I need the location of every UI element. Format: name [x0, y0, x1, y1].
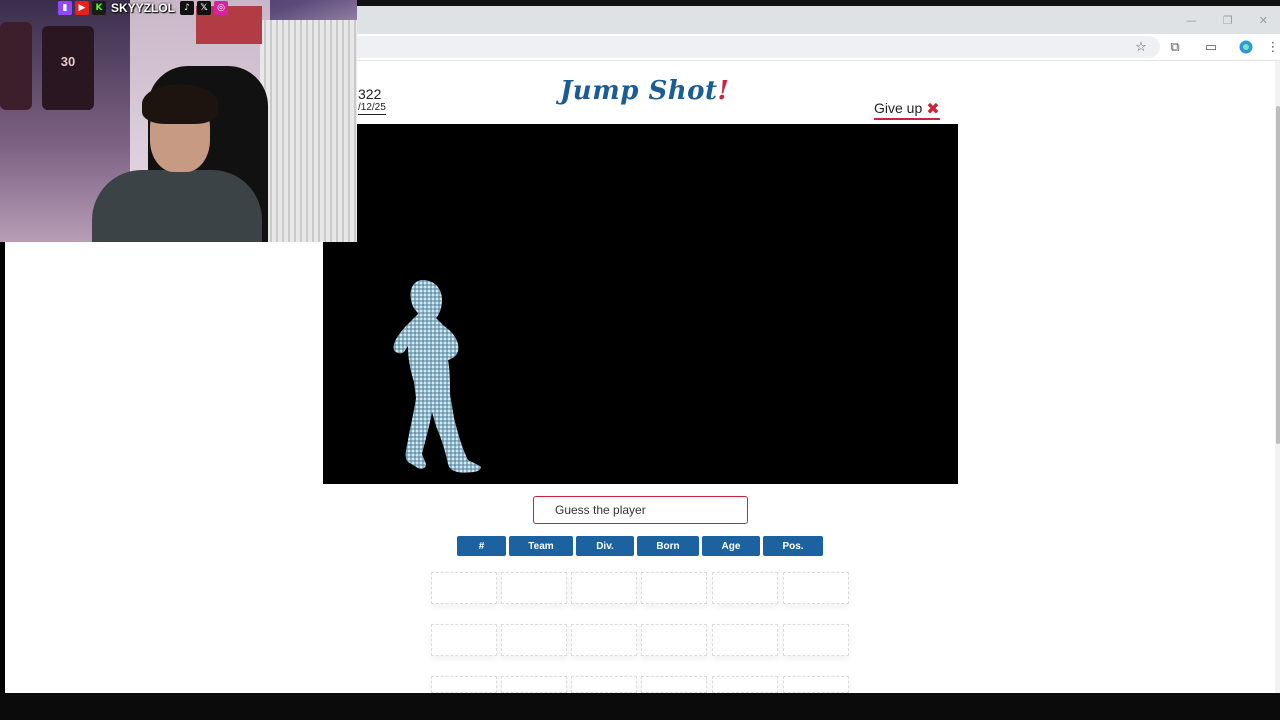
guess-cell: [641, 676, 707, 693]
game-date-link[interactable]: /12/25: [358, 102, 386, 115]
cast-icon[interactable]: ▭: [1200, 36, 1222, 58]
screen-bottom-edge: [0, 693, 1280, 720]
hanging-jersey: 30: [42, 26, 94, 110]
kick-icon: K: [92, 0, 106, 15]
restore-icon[interactable]: ❐: [1223, 14, 1233, 27]
star-icon[interactable]: ☆: [1130, 36, 1152, 58]
guess-cell: [431, 624, 497, 656]
guess-cell: [712, 676, 778, 693]
scrollbar-thumb[interactable]: [1276, 106, 1280, 444]
webcam-bed: [260, 20, 357, 242]
player-silhouette: [393, 280, 481, 473]
streamer-handle: SKYYZLOL: [111, 0, 176, 15]
give-up-button[interactable]: Give up ✖: [874, 99, 940, 120]
guess-player-input[interactable]: [533, 496, 748, 524]
guess-cell: [641, 572, 707, 604]
guess-cell: [712, 624, 778, 656]
column-position[interactable]: Pos.: [763, 536, 823, 556]
profile-icon[interactable]: [1235, 36, 1257, 58]
guess-cell: [783, 624, 849, 656]
guess-cell: [783, 572, 849, 604]
column-age[interactable]: Age: [702, 536, 760, 556]
kebab-menu-icon[interactable]: ⋮: [1262, 36, 1280, 58]
column-division[interactable]: Div.: [576, 536, 634, 556]
guess-cell: [571, 624, 637, 656]
game-number: 322: [358, 86, 382, 102]
jersey-number: 30: [60, 54, 76, 69]
guess-cell: [641, 624, 707, 656]
guess-cell: [783, 676, 849, 693]
give-up-label: Give up: [874, 100, 923, 116]
column-number[interactable]: #: [457, 536, 506, 556]
guess-cell: [571, 572, 637, 604]
guess-cell: [431, 676, 497, 693]
tab-bar: [357, 6, 1280, 34]
column-team[interactable]: Team: [509, 536, 573, 556]
guess-cell: [501, 572, 567, 604]
address-bar[interactable]: [357, 36, 1160, 58]
column-born[interactable]: Born: [637, 536, 699, 556]
hanging-jersey: [0, 22, 32, 110]
minimize-icon[interactable]: —: [1186, 14, 1197, 27]
logo-accent: !: [717, 76, 730, 106]
tiktok-icon: ♪: [180, 0, 195, 15]
social-bar: ▮ ▶ K SKYYZLOL ♪ 𝕏 ◎: [58, 0, 229, 15]
streamer-hair: [142, 84, 218, 124]
twitch-icon: ▮: [58, 0, 72, 15]
window-controls: — ❐ ✕: [1186, 6, 1274, 34]
close-x-icon: ✖: [926, 98, 940, 118]
streamer-body: [92, 170, 262, 242]
guess-cell: [501, 676, 567, 693]
guess-cell: [712, 572, 778, 604]
close-icon[interactable]: ✕: [1259, 14, 1268, 27]
guess-cell: [571, 676, 637, 693]
guess-cell: [431, 572, 497, 604]
logo-text: Jump Shot: [560, 76, 718, 106]
youtube-icon: ▶: [75, 0, 89, 15]
instagram-icon: ◎: [214, 0, 229, 15]
guess-cell: [501, 624, 567, 656]
puzzle-icon[interactable]: ⧉: [1164, 36, 1186, 58]
x-icon: 𝕏: [197, 0, 212, 15]
webcam-overlay: 30 ▮ ▶ K SKYYZLOL ♪ 𝕏 ◎: [0, 0, 357, 242]
jump-shot-logo: Jump Shot!: [560, 76, 730, 106]
